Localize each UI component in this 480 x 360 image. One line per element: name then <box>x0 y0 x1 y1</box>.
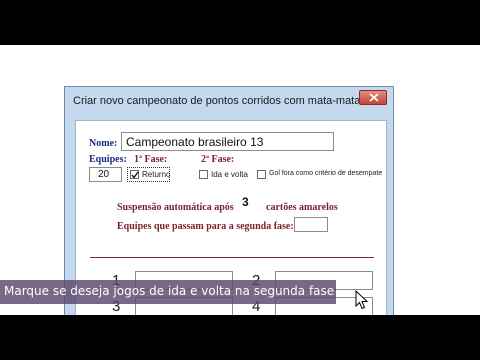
checkmark-icon <box>131 171 139 179</box>
ida-volta-checkbox[interactable] <box>199 170 208 179</box>
tutorial-caption: Marque se deseja jogos de ida e volta na… <box>0 280 336 304</box>
suspension-count-input[interactable]: 3 <box>242 195 256 213</box>
teams-count-input[interactable]: 20 <box>89 167 122 182</box>
name-label: Nome: <box>89 138 118 149</box>
ida-volta-label: Ida e volta <box>211 170 248 179</box>
gol-fora-checkbox[interactable] <box>257 170 266 179</box>
mouse-cursor-icon <box>355 290 369 310</box>
section-divider <box>90 257 374 258</box>
returno-checkbox[interactable] <box>130 170 139 179</box>
name-input[interactable]: Campeonato brasileiro 13 <box>121 132 334 151</box>
window-title: Criar novo campeonato de pontos corridos… <box>73 95 361 107</box>
phase2-label: 2ª Fase: <box>201 154 235 165</box>
letterbox-bottom <box>0 315 480 360</box>
title-bar[interactable]: Criar novo campeonato de pontos corridos… <box>65 87 393 115</box>
qualify-label: Equipes que passam para a segunda fase: <box>117 221 294 232</box>
phase1-label: 1ª Fase: <box>134 154 168 165</box>
returno-label: Returno <box>142 170 171 179</box>
returno-checkbox-group[interactable]: Returno <box>127 167 170 182</box>
close-icon <box>369 93 379 102</box>
suspension-suffix-label: cartões amarelos <box>266 202 338 213</box>
letterbox-top <box>0 0 480 45</box>
close-button[interactable] <box>359 90 387 105</box>
gol-fora-label: Gol fora como critério de desempate <box>269 170 383 177</box>
caption-text: Marque se deseja jogos de ida e volta na… <box>4 284 335 298</box>
qualify-count-input[interactable] <box>294 217 328 232</box>
teams-label: Equipes: <box>89 154 127 165</box>
suspension-prefix-label: Suspensão automática após <box>117 202 234 213</box>
